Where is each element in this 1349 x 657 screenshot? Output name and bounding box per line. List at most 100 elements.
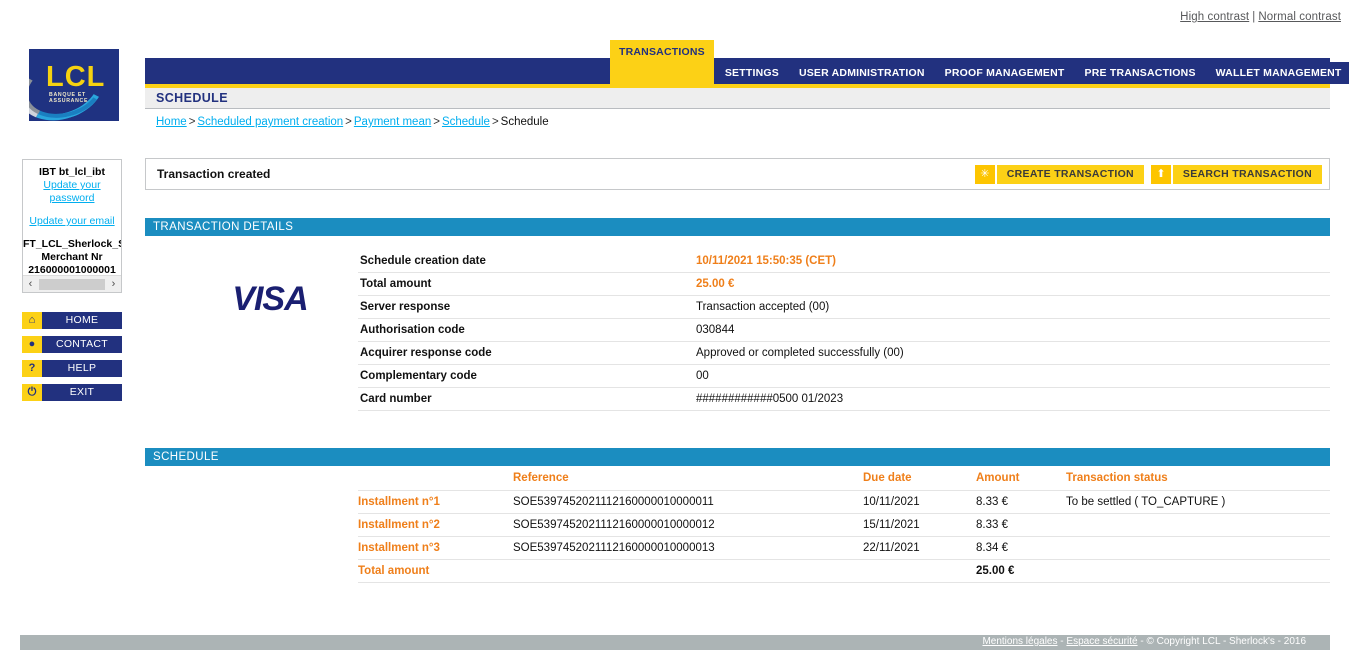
- schedule-cell-label: Installment n°3: [358, 536, 513, 560]
- footer-copyright: © Copyright LCL - Sherlock's - 2016: [1146, 636, 1306, 647]
- transaction-details-table: Schedule creation date 10/11/2021 15:50:3…: [358, 250, 1330, 411]
- speech-bubble-icon: ●: [22, 336, 42, 353]
- schedule-column-header-2: Due date: [863, 466, 976, 491]
- action-button-label: SEARCH TRANSACTION: [1172, 165, 1322, 184]
- schedule-cell-due_date: 15/11/2021: [863, 513, 976, 537]
- footer-text: Mentions légales - Espace sécurité - © C…: [982, 636, 1306, 647]
- high-contrast-link[interactable]: High contrast: [1180, 11, 1249, 23]
- schedule-cell-amount: 8.34 €: [976, 536, 1066, 560]
- action-button-label: CREATE TRANSACTION: [996, 165, 1144, 184]
- schedule-row: Installment n°1 SOE5397452021112160000010…: [358, 490, 1330, 514]
- lcl-logo[interactable]: LCL BANQUE ET ASSURANCE: [29, 49, 119, 121]
- schedule-cell-status: [1066, 513, 1330, 537]
- schedule-total-amount: 25.00 €: [976, 559, 1066, 583]
- logo-wordmark: LCL: [46, 61, 106, 93]
- schedule-cell-due_date: 10/11/2021: [863, 490, 976, 514]
- main-content: Transaction created ✳ CREATE TRANSACTION ⬆…: [145, 158, 1330, 583]
- breadcrumb-separator: >: [433, 116, 440, 128]
- detail-value: Transaction accepted (00): [696, 295, 1330, 319]
- scroll-right-icon[interactable]: ›: [106, 278, 121, 290]
- footer-sep-1: -: [1060, 636, 1064, 647]
- sidebar-button-contact[interactable]: ● CONTACT: [22, 336, 122, 353]
- card-brand-logo: VISA: [165, 280, 375, 319]
- sidebar-button-label: CONTACT: [42, 336, 122, 353]
- schedule-total-reference: [513, 559, 863, 583]
- merchant-ibt: IBT bt_lcl_ibt: [39, 166, 105, 178]
- schedule-row: Installment n°3 SOE5397452021112160000010…: [358, 536, 1330, 560]
- schedule-cell-amount: 8.33 €: [976, 490, 1066, 514]
- power-icon: ⏻: [22, 384, 42, 401]
- transaction-details-body: VISA Schedule creation date 10/11/2021 15…: [145, 236, 1330, 426]
- question-mark-icon: ?: [22, 360, 42, 377]
- schedule-cell-reference: SOE5397452021112160000010000013: [513, 536, 863, 560]
- breadcrumb: Home > Scheduled payment creation > Payment …: [156, 116, 549, 128]
- schedule-total-status: [1066, 559, 1330, 583]
- schedule-column-header-3: Amount: [976, 466, 1066, 491]
- schedule-cell-status: To be settled ( TO_CAPTURE ): [1066, 490, 1330, 514]
- detail-key: Card number: [358, 387, 696, 411]
- detail-value: 25.00 €: [696, 272, 1330, 296]
- detail-value: 10/11/2021 15:50:35 (CET): [696, 250, 1330, 273]
- transaction-details-header: TRANSACTION DETAILS: [145, 218, 1330, 236]
- breadcrumb-link-2[interactable]: Payment mean: [354, 116, 431, 128]
- sidebar-button-exit[interactable]: ⏻ EXIT: [22, 384, 122, 401]
- footer-bar: Mentions légales - Espace sécurité - © C…: [20, 635, 1330, 650]
- normal-contrast-link[interactable]: Normal contrast: [1258, 11, 1341, 23]
- schedule-cell-label: Installment n°1: [358, 490, 513, 514]
- status-message-bar: Transaction created ✳ CREATE TRANSACTION ⬆…: [145, 158, 1330, 190]
- schedule-total-row: Total amount 25.00 €: [358, 559, 1330, 583]
- nav-tab-list: TRANSACTIONS SETTINGS USER ADMINISTRATION P…: [610, 40, 1349, 84]
- merchant-info-panel: IBT bt_lcl_ibt Update your password Upda…: [22, 159, 122, 293]
- nav-tab-transactions[interactable]: TRANSACTIONS: [610, 40, 714, 84]
- visa-wordmark: VISA: [232, 280, 308, 318]
- sidebar-button-label: HOME: [42, 312, 122, 329]
- schedule-cell-reference: SOE5397452021112160000010000012: [513, 513, 863, 537]
- action-button-group: ✳ CREATE TRANSACTION ⬆ SEARCH TRANSACTION: [974, 165, 1322, 184]
- home-icon: ⌂: [22, 312, 42, 329]
- detail-key: Total amount: [358, 272, 696, 296]
- detail-row: Total amount 25.00 €: [358, 272, 1330, 296]
- update-password-link[interactable]: Update your password: [43, 179, 100, 204]
- schedule-column-header-1: Reference: [513, 466, 863, 491]
- nav-tab-wallet-management[interactable]: WALLET MANAGEMENT: [1206, 62, 1349, 84]
- schedule-header: SCHEDULE: [145, 448, 1330, 466]
- detail-row: Card number ############0500 01/2023: [358, 387, 1330, 411]
- breadcrumb-link-3[interactable]: Schedule: [442, 116, 490, 128]
- nav-tab-proof-management[interactable]: PROOF MANAGEMENT: [935, 62, 1074, 84]
- detail-row: Schedule creation date 10/11/2021 15:50:3…: [358, 250, 1330, 273]
- action-create-transaction-button[interactable]: ✳ CREATE TRANSACTION: [974, 165, 1144, 184]
- schedule-total-label: Total amount: [358, 559, 513, 583]
- star-burst-icon: ✳: [974, 165, 995, 184]
- breadcrumb-current: Schedule: [500, 116, 549, 128]
- nav-tab-settings[interactable]: SETTINGS: [715, 62, 788, 84]
- detail-key: Schedule creation date: [358, 250, 696, 273]
- detail-value: ############0500 01/2023: [696, 387, 1330, 411]
- detail-key: Authorisation code: [358, 318, 696, 342]
- schedule-cell-label: Installment n°2: [358, 513, 513, 537]
- scroll-left-icon[interactable]: ‹: [23, 278, 38, 290]
- app-page: High contrast | Normal contrast LCL BANQUE…: [0, 0, 1349, 657]
- sidebar-button-home[interactable]: ⌂ HOME: [22, 312, 122, 329]
- page-title: SCHEDULE: [156, 91, 228, 105]
- merchant-panel-scrollbar[interactable]: ‹ ›: [23, 275, 121, 292]
- update-email-link[interactable]: Update your email: [29, 215, 114, 227]
- schedule-row: Installment n°2 SOE5397452021112160000010…: [358, 513, 1330, 537]
- detail-value: 00: [696, 364, 1330, 388]
- sidebar-button-help[interactable]: ? HELP: [22, 360, 122, 377]
- detail-key: Complementary code: [358, 364, 696, 388]
- nav-tab-user-administration[interactable]: USER ADMINISTRATION: [789, 62, 934, 84]
- page-title-band: SCHEDULE: [145, 88, 1330, 109]
- action-search-transaction-button[interactable]: ⬆ SEARCH TRANSACTION: [1150, 165, 1322, 184]
- legal-notice-link[interactable]: Mentions légales: [982, 636, 1057, 647]
- breadcrumb-link-0[interactable]: Home: [156, 116, 187, 128]
- breadcrumb-link-1[interactable]: Scheduled payment creation: [197, 116, 343, 128]
- nav-tab-pre-transactions[interactable]: PRE TRANSACTIONS: [1075, 62, 1205, 84]
- breadcrumb-separator: >: [491, 116, 499, 128]
- schedule-cell-amount: 8.33 €: [976, 513, 1066, 537]
- security-space-link[interactable]: Espace sécurité: [1066, 636, 1137, 647]
- detail-row: Acquirer response code Approved or comple…: [358, 341, 1330, 365]
- merchant-number-label: Merchant Nr: [41, 251, 103, 263]
- scrollbar-thumb[interactable]: [39, 278, 105, 290]
- schedule-total-due_date: [863, 559, 976, 583]
- detail-row: Server response Transaction accepted (00): [358, 295, 1330, 319]
